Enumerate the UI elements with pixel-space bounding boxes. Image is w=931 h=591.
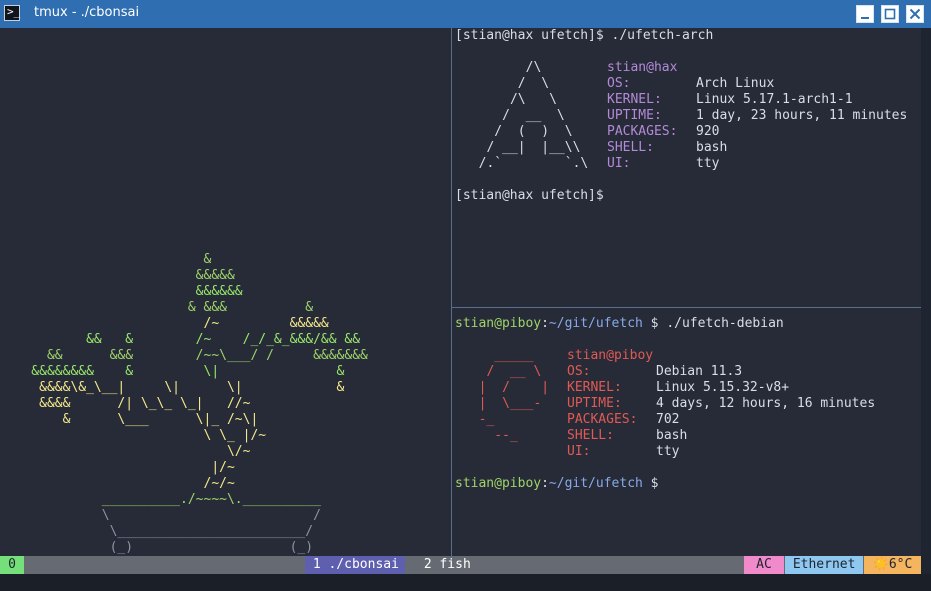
info-value: bash — [696, 140, 728, 155]
bonsai-line: &&&&& — [0, 268, 235, 283]
arch-user: stian@hax — [607, 60, 678, 75]
window-tab-active[interactable]: 1 ./cbonsai — [305, 556, 405, 574]
pane-divider-horizontal[interactable] — [452, 307, 921, 308]
info-label: OS: — [567, 364, 591, 379]
info-value: 702 — [656, 412, 680, 427]
network-status: Ethernet — [785, 556, 864, 574]
bonsai-line: __________./~~~~\.__________ — [0, 492, 321, 507]
logo-line: / __| |__\\ — [463, 140, 581, 155]
info-label: UPTIME: — [567, 396, 622, 411]
info-label: KERNEL: — [607, 92, 662, 107]
logo-line: | \___- — [463, 396, 542, 411]
tmux-status-bar: 0 1 ./cbonsai 2 fish AC Ethernet ☀️6°C — [0, 556, 921, 574]
terminal-icon[interactable]: >_ — [4, 5, 20, 21]
info-value: bash — [656, 428, 688, 443]
bottom-edge — [0, 574, 931, 591]
minimize-button[interactable] — [856, 5, 874, 23]
bonsai-line: && & /~ /_/_&_&&&/&& && — [0, 332, 361, 347]
bonsai-line: &&&& /| \_\_ \_| //~ — [0, 396, 251, 411]
bonsai-line: &&&&&&&& & \| & — [0, 364, 345, 379]
info-label: PACKAGES: — [607, 124, 678, 139]
session-badge[interactable]: 0 — [0, 556, 24, 574]
info-label: SHELL: — [607, 140, 654, 155]
info-label: OS: — [607, 76, 631, 91]
logo-line: /\ — [463, 60, 542, 75]
info-value: Linux 5.17.1-arch1-1 — [696, 92, 853, 107]
bonsai-line: &&&&\&_\__| \| \| & — [0, 380, 345, 395]
bonsai-line: & &&& & — [0, 300, 314, 315]
bonsai-line: && &&& /~~\___/ / &&&&&&& — [0, 348, 368, 363]
logo-line: -_ — [463, 412, 495, 427]
info-label: PACKAGES: — [567, 412, 638, 427]
info-value: 4 days, 12 hours, 16 minutes — [656, 396, 876, 411]
close-icon — [909, 8, 921, 20]
logo-line: _____ — [463, 348, 534, 363]
bonsai-line: & \___ \|_ /~\| — [0, 412, 259, 427]
info-value: Linux 5.15.32-v8+ — [656, 380, 790, 395]
bonsai-line: \/~ — [0, 444, 251, 459]
info-label: UI: — [607, 156, 631, 171]
bonsai-line: /~ &&&&& — [0, 316, 329, 331]
shell-prompt-end: stian@piboy:~/git/ufetch $ — [455, 476, 659, 491]
info-label: KERNEL: — [567, 380, 622, 395]
logo-line: / ( ) \ — [463, 124, 573, 139]
weather-status: ☀️6°C — [864, 556, 921, 574]
close-button[interactable] — [906, 5, 924, 23]
bonsai-line: \ \_ |/~ — [0, 428, 267, 443]
bonsai-line: |/~ — [0, 460, 235, 475]
bonsai-line: /~/~ — [0, 476, 235, 491]
window-tab[interactable]: 2 fish — [416, 556, 476, 574]
bonsai-line: &&&&&& — [0, 284, 243, 299]
maximize-button[interactable] — [881, 5, 899, 23]
info-label: UPTIME: — [607, 108, 662, 123]
logo-line: /\ \ — [463, 92, 557, 107]
info-value: 920 — [696, 124, 720, 139]
terminal-window: >_ tmux - ./cbonsai & &&&&& &&&&&& & &&&… — [0, 0, 931, 591]
power-status: AC — [744, 556, 784, 574]
info-value: Debian 11.3 — [656, 364, 743, 379]
logo-line: --_ — [463, 428, 518, 443]
logo-line: / __ \ — [463, 364, 542, 379]
info-value: 1 day, 23 hours, 11 minutes — [696, 108, 908, 123]
bonsai-line: (_) (_) — [0, 540, 314, 555]
logo-line: / \ — [463, 76, 550, 91]
minimize-icon — [861, 17, 869, 19]
pane-divider-vertical[interactable] — [451, 28, 452, 556]
title-bar[interactable]: >_ tmux - ./cbonsai — [0, 0, 931, 29]
logo-line: | / | — [463, 380, 550, 395]
bonsai-line: \________________________/ — [0, 524, 314, 539]
info-value: Arch Linux — [696, 76, 775, 91]
shell-prompt: stian@piboy:~/git/ufetch $ ./ufetch-debi… — [455, 316, 784, 331]
shell-prompt-end: [stian@hax ufetch]$ — [455, 188, 604, 203]
info-label: SHELL: — [567, 428, 614, 443]
shell-prompt: [stian@hax ufetch]$ ./ufetch-arch — [455, 28, 714, 43]
info-label: UI: — [567, 444, 591, 459]
logo-line: / __ \ — [463, 108, 565, 123]
bonsai-line: \ / — [0, 508, 321, 523]
info-value: tty — [656, 444, 680, 459]
maximize-icon — [884, 8, 896, 20]
logo-line: /.` `.\ — [463, 156, 589, 171]
info-value: tty — [696, 156, 720, 171]
bonsai-line: & — [0, 252, 212, 267]
scrollbar[interactable] — [921, 28, 931, 574]
debian-user: stian@piboy — [567, 348, 654, 363]
window-title: tmux - ./cbonsai — [34, 5, 140, 20]
